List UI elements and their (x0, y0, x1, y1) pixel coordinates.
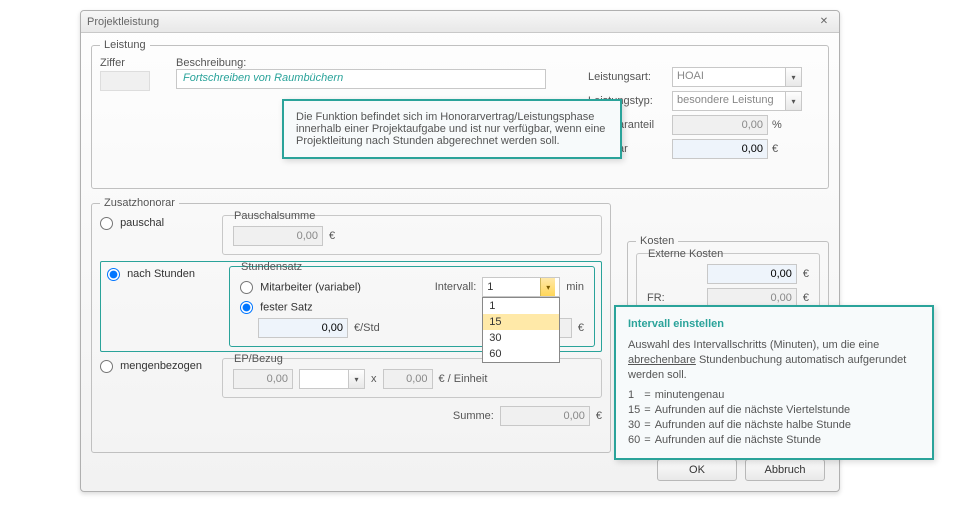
ep-qty-field (383, 369, 433, 389)
window-title: Projektleistung (87, 16, 815, 28)
beschreibung-field[interactable]: Fortschreiben von Raumbüchern (176, 69, 546, 89)
chevron-down-icon[interactable]: ▾ (786, 67, 802, 87)
unit-euro: € (329, 230, 335, 242)
label-mult: x (371, 373, 377, 385)
label-intervall: Intervall: (435, 281, 477, 293)
label-fester-satz: fester Satz (260, 301, 313, 313)
ep-value-field (233, 369, 293, 389)
intervall-option[interactable]: 30 (483, 330, 559, 346)
unit-euro-std: €/Std (354, 322, 380, 334)
label-nach-stunden: nach Stunden (127, 268, 195, 280)
radio-mitarbeiter[interactable]: Mitarbeiter (variabel) (240, 281, 361, 294)
label-pauschal: pauschal (120, 217, 164, 229)
fieldset-zusatzhonorar: Zusatzhonorar pauschal Pauschalsumme € (91, 197, 611, 453)
label-ziffer: Ziffer (100, 57, 160, 69)
legend-epbezug: EP/Bezug (231, 353, 286, 365)
intervall-selected: 1 (487, 281, 493, 293)
callout-table: 1=minutengenau 15=Aufrunden auf die näch… (628, 388, 855, 447)
legend-pauschalsumme: Pauschalsumme (231, 210, 318, 222)
unit-euro: € (803, 268, 809, 280)
title-bar: Projektleistung ✕ (81, 11, 839, 33)
callout-heading: Intervall einstellen (628, 317, 920, 332)
label-summe: Summe: (453, 410, 494, 422)
legend-kosten: Kosten (636, 235, 678, 247)
honoraranteil-field (672, 115, 768, 135)
radio-pauschal[interactable]: pauschal (100, 217, 164, 229)
unit-euro: € (578, 322, 584, 334)
leistungstyp-select[interactable]: besondere Leistung (672, 91, 786, 111)
radio-fester-satz[interactable]: fester Satz (240, 301, 313, 314)
pauschalsumme-field (233, 226, 323, 246)
cancel-button[interactable]: Abbruch (745, 459, 825, 481)
callout-intervall-info: Intervall einstellen Auswahl des Interva… (614, 305, 934, 460)
callout-row: 1=minutengenau (628, 388, 855, 403)
fester-satz-field[interactable] (258, 318, 348, 338)
intervall-option[interactable]: 60 (483, 346, 559, 362)
chevron-down-icon[interactable]: ▾ (540, 278, 555, 296)
label-leistungsart: Leistungsart: (588, 71, 668, 83)
intervall-select[interactable]: 1 ▾ 1 15 30 60 (482, 277, 560, 297)
unit-euro: € (772, 143, 778, 155)
intervall-option[interactable]: 15 (483, 314, 559, 330)
radio-nach-stunden[interactable]: nach Stunden (107, 268, 195, 280)
unit-euro: € (596, 410, 602, 422)
unit-euro-einheit: € / Einheit (439, 373, 488, 385)
externe-kosten-field[interactable] (707, 264, 797, 284)
callout-text: Die Funktion befindet sich im Honorarver… (296, 111, 608, 147)
chevron-down-icon[interactable]: ▾ (349, 369, 365, 389)
callout-row: 15=Aufrunden auf die nächste Viertelstun… (628, 403, 855, 418)
ziffer-field (100, 71, 150, 91)
label-mengenbezogen: mengenbezogen (120, 360, 202, 372)
close-icon[interactable]: ✕ (815, 15, 833, 29)
callout-row: 60=Aufrunden auf die nächste Stunde (628, 433, 855, 448)
callout-row: 30=Aufrunden auf die nächste halbe Stund… (628, 418, 855, 433)
unit-min: min (566, 281, 584, 293)
legend-externe: Externe Kosten (645, 248, 726, 260)
legend-zusatz: Zusatzhonorar (100, 197, 179, 209)
intervall-options: 1 15 30 60 (482, 297, 560, 363)
unit-euro: € (803, 292, 809, 304)
chevron-down-icon[interactable]: ▾ (786, 91, 802, 111)
honorar-field[interactable] (672, 139, 768, 159)
summe-field (500, 406, 590, 426)
callout-function-info: Die Funktion befindet sich im Honorarver… (282, 99, 622, 159)
label-fr: FR: (647, 292, 701, 304)
callout-body: Auswahl des Intervallschritts (Minuten),… (628, 338, 920, 383)
legend-stundensatz: Stundensatz (238, 261, 305, 273)
intervall-option[interactable]: 1 (483, 298, 559, 314)
leistungsart-select[interactable]: HOAI (672, 67, 786, 87)
ep-unit-select[interactable] (299, 369, 349, 389)
label-mitarbeiter: Mitarbeiter (variabel) (260, 281, 361, 293)
ok-button[interactable]: OK (657, 459, 737, 481)
legend-leistung: Leistung (100, 39, 150, 51)
unit-percent: % (772, 119, 782, 131)
radio-mengenbezogen[interactable]: mengenbezogen (100, 360, 202, 372)
